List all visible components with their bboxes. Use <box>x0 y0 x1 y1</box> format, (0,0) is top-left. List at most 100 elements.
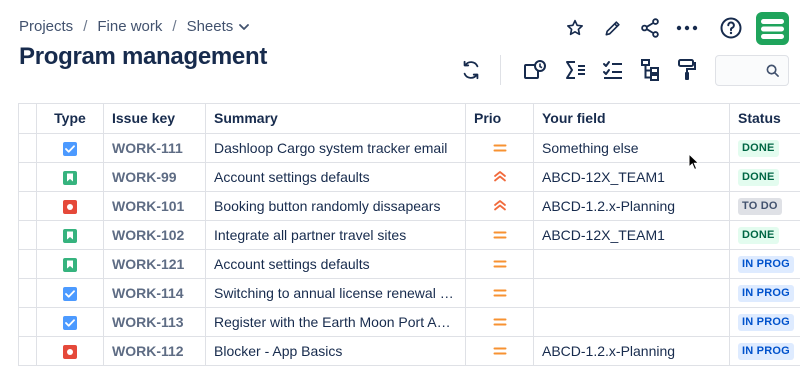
your-field-cell[interactable] <box>533 278 730 308</box>
column-header-prio[interactable]: Prio <box>465 104 534 134</box>
summary-cell[interactable]: Blocker - App Basics <box>205 336 466 366</box>
priority-medium-icon <box>493 259 507 269</box>
story-type-icon <box>63 257 77 272</box>
search-input[interactable] <box>722 61 764 80</box>
column-header-issue-key[interactable]: Issue key <box>103 104 206 134</box>
row-select-header[interactable] <box>18 104 37 134</box>
status-cell[interactable]: DONE <box>729 162 800 192</box>
status-badge: IN PROG <box>738 343 794 360</box>
priority-medium-icon <box>493 230 507 240</box>
status-cell[interactable]: IN PROG <box>729 249 800 279</box>
table-row[interactable]: WORK-111 Dashloop Cargo system tracker em… <box>18 133 800 163</box>
issue-key-cell[interactable]: WORK-114 <box>103 278 206 308</box>
priority-cell[interactable] <box>465 336 534 366</box>
view-settings-icon[interactable] <box>521 56 549 84</box>
status-cell[interactable]: IN PROG <box>729 278 800 308</box>
more-icon[interactable] <box>673 14 701 42</box>
row-select-cell[interactable] <box>18 307 37 337</box>
your-field-cell[interactable]: ABCD-12X_TEAM1 <box>533 162 730 192</box>
bug-type-icon <box>63 199 77 214</box>
summary-cell[interactable]: Integrate all partner travel sites <box>205 220 466 250</box>
status-badge: DONE <box>738 169 779 186</box>
priority-cell[interactable] <box>465 162 534 192</box>
breadcrumb-sheets[interactable]: Sheets <box>187 18 234 35</box>
your-field-cell[interactable]: Something else <box>533 133 730 163</box>
table-row[interactable]: WORK-113 Register with the Earth Moon Por… <box>18 307 800 337</box>
issue-key-cell[interactable]: WORK-102 <box>103 220 206 250</box>
table-row[interactable]: WORK-112 Blocker - App Basics ABCD-1.2.x-P… <box>18 336 800 366</box>
priority-cell[interactable] <box>465 133 534 163</box>
paint-roller-icon[interactable] <box>673 56 701 84</box>
summary-cell[interactable]: Account settings defaults <box>205 162 466 192</box>
row-select-cell[interactable] <box>18 191 37 221</box>
priority-cell[interactable] <box>465 191 534 221</box>
status-badge: IN PROG <box>738 285 794 302</box>
summary-cell[interactable]: Booking button randomly dissapears <box>205 191 466 221</box>
row-select-cell[interactable] <box>18 133 37 163</box>
type-cell <box>36 278 104 308</box>
issue-key-cell[interactable]: WORK-99 <box>103 162 206 192</box>
issues-table: Type Issue key Summary Prio Your field S… <box>18 104 800 366</box>
breadcrumb-projects[interactable]: Projects <box>19 18 73 35</box>
your-field-cell[interactable] <box>533 249 730 279</box>
priority-cell[interactable] <box>465 278 534 308</box>
app-logo[interactable] <box>756 12 789 45</box>
edit-icon[interactable] <box>599 14 627 42</box>
status-cell[interactable]: IN PROG <box>729 307 800 337</box>
column-header-status[interactable]: Status <box>729 104 800 134</box>
issue-key-cell[interactable]: WORK-111 <box>103 133 206 163</box>
issues-sheet: Type Issue key Summary Prio Your field S… <box>18 103 800 372</box>
row-select-cell[interactable] <box>18 278 37 308</box>
priority-cell[interactable] <box>465 249 534 279</box>
issue-key-cell[interactable]: WORK-112 <box>103 336 206 366</box>
row-select-cell[interactable] <box>18 162 37 192</box>
share-icon[interactable] <box>636 14 664 42</box>
column-header-your-field[interactable]: Your field <box>533 104 730 134</box>
your-field-cell[interactable]: ABCD-12X_TEAM1 <box>533 220 730 250</box>
summary-cell[interactable]: Dashloop Cargo system tracker email <box>205 133 466 163</box>
table-row[interactable]: WORK-102 Integrate all partner travel sit… <box>18 220 800 250</box>
refresh-icon[interactable] <box>457 56 485 84</box>
star-icon[interactable] <box>561 14 589 42</box>
chevron-down-icon[interactable] <box>239 23 250 30</box>
status-badge: DONE <box>738 227 779 244</box>
your-field-cell[interactable]: ABCD-1.2.x-Planning <box>533 336 730 366</box>
table-row[interactable]: WORK-121 Account settings defaults IN PROG <box>18 249 800 279</box>
table-header-row: Type Issue key Summary Prio Your field S… <box>18 104 800 134</box>
sum-icon[interactable] <box>561 56 589 84</box>
type-cell <box>36 307 104 337</box>
breadcrumb-fine-work[interactable]: Fine work <box>97 18 162 35</box>
story-type-icon <box>63 228 77 243</box>
priority-cell[interactable] <box>465 220 534 250</box>
issue-key-cell[interactable]: WORK-113 <box>103 307 206 337</box>
checklist-icon[interactable] <box>599 56 627 84</box>
issue-key-cell[interactable]: WORK-121 <box>103 249 206 279</box>
your-field-cell[interactable] <box>533 307 730 337</box>
your-field-cell[interactable]: ABCD-1.2.x-Planning <box>533 191 730 221</box>
status-cell[interactable]: IN PROG <box>729 336 800 366</box>
table-row[interactable]: WORK-99 Account settings defaults ABCD-12X… <box>18 162 800 192</box>
priority-cell[interactable] <box>465 307 534 337</box>
hierarchy-icon[interactable] <box>636 56 664 84</box>
table-row[interactable]: WORK-114 Switching to annual license rene… <box>18 278 800 308</box>
row-select-cell[interactable] <box>18 336 37 366</box>
column-header-summary[interactable]: Summary <box>205 104 466 134</box>
status-cell[interactable]: TO DO <box>729 191 800 221</box>
issue-key-cell[interactable]: WORK-101 <box>103 191 206 221</box>
row-select-cell[interactable] <box>18 220 37 250</box>
row-select-cell[interactable] <box>18 249 37 279</box>
table-row[interactable]: WORK-101 Booking button randomly dissapea… <box>18 191 800 221</box>
priority-medium-icon <box>493 143 507 153</box>
status-badge: DONE <box>738 140 779 157</box>
status-cell[interactable]: DONE <box>729 133 800 163</box>
summary-cell[interactable]: Switching to annual license renewal proc… <box>205 278 466 308</box>
help-icon[interactable] <box>717 14 745 42</box>
column-header-type[interactable]: Type <box>36 104 104 134</box>
status-badge: TO DO <box>738 198 782 215</box>
status-cell[interactable]: DONE <box>729 220 800 250</box>
type-cell <box>36 336 104 366</box>
summary-cell[interactable]: Account settings defaults <box>205 249 466 279</box>
toolbar-divider <box>500 55 501 85</box>
summary-cell[interactable]: Register with the Earth Moon Port Author… <box>205 307 466 337</box>
story-type-icon <box>63 170 77 185</box>
